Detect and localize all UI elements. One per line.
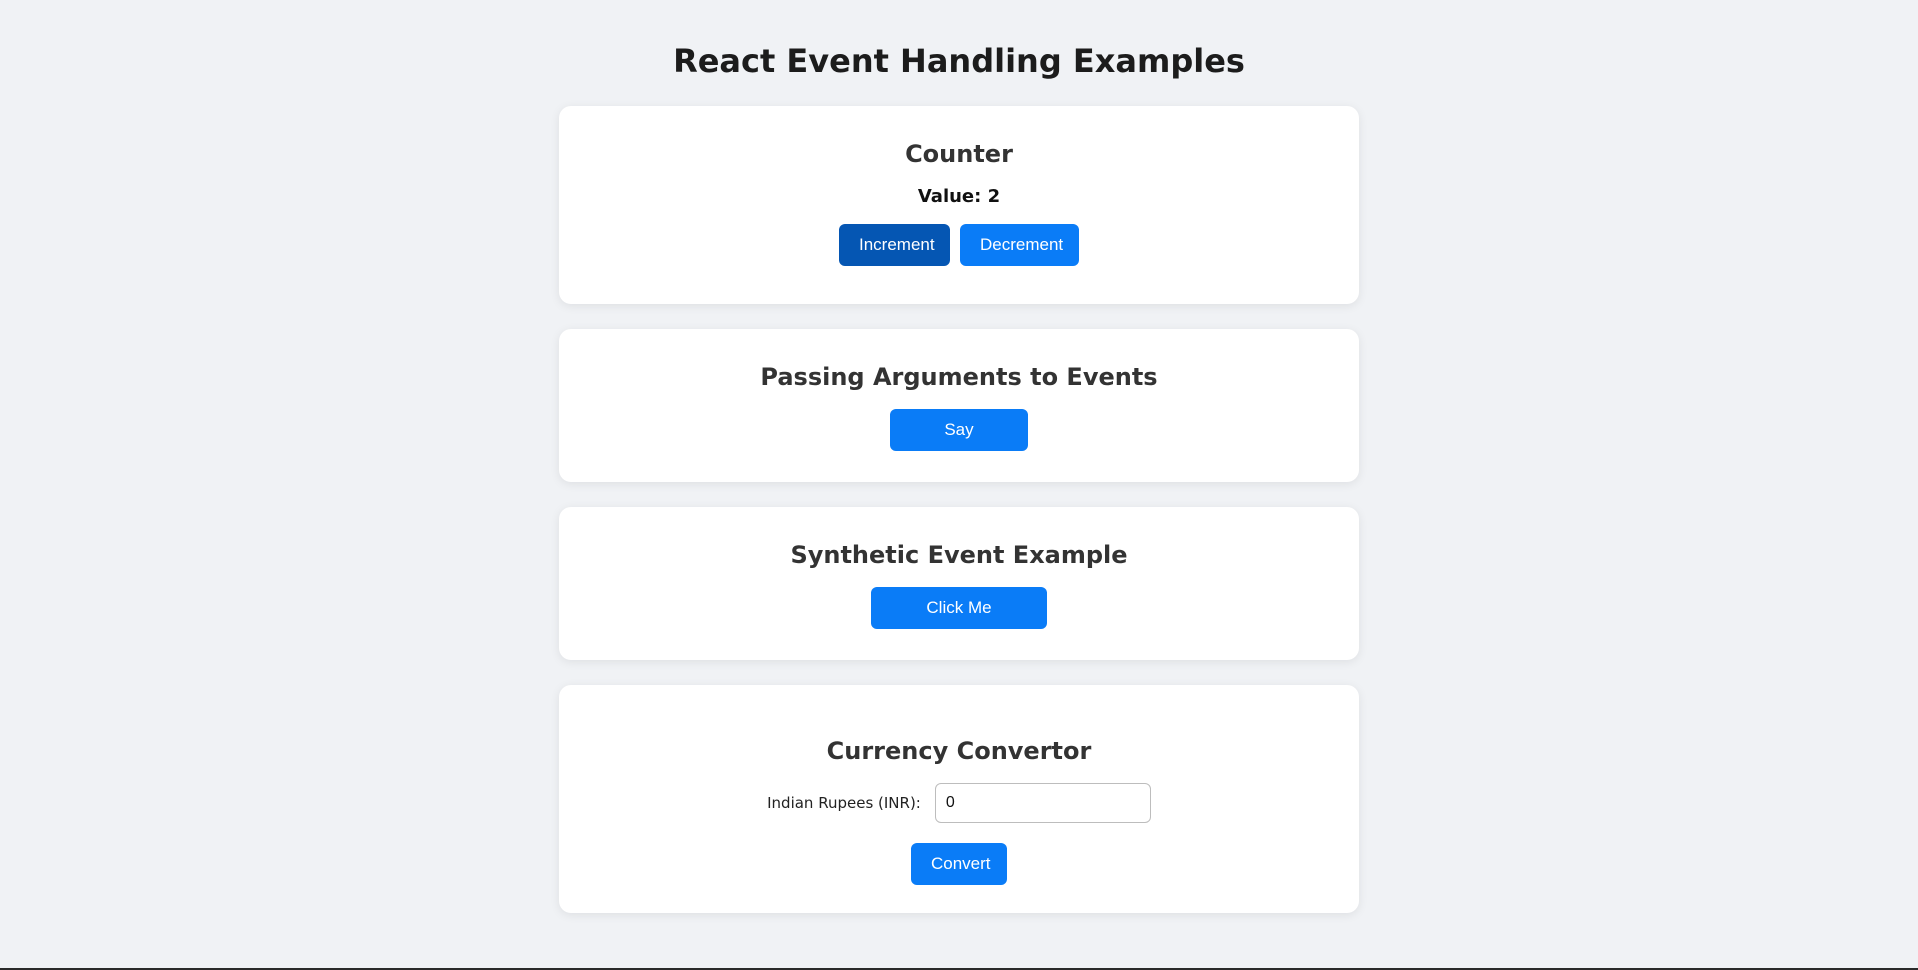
- decrement-button[interactable]: Decrement: [960, 224, 1079, 266]
- increment-button[interactable]: Increment: [839, 224, 950, 266]
- inr-row: Indian Rupees (INR):: [559, 783, 1359, 823]
- passing-arguments-card: Passing Arguments to Events Say Welcome: [559, 329, 1359, 482]
- say-welcome-button[interactable]: Say Welcome: [890, 409, 1028, 481]
- passing-arguments-title: Passing Arguments to Events: [760, 363, 1158, 391]
- page-title: React Event Handling Examples: [673, 42, 1245, 80]
- currency-convertor-title: Currency Convertor: [826, 737, 1092, 765]
- counter-value: Value: 2: [917, 186, 1001, 207]
- convert-button[interactable]: Convert: [911, 843, 1007, 885]
- counter-title: Counter: [905, 140, 1013, 168]
- currency-convertor-card: Currency Convertor Indian Rupees (INR): …: [559, 685, 1359, 913]
- synthetic-event-card: Synthetic Event Example Click Me (onPres…: [559, 507, 1359, 660]
- inr-input[interactable]: [934, 783, 1151, 823]
- inr-label: Indian Rupees (INR):: [767, 794, 921, 812]
- counter-button-row: Increment Decrement: [559, 224, 1359, 266]
- synthetic-event-title: Synthetic Event Example: [790, 541, 1128, 569]
- counter-card: Counter Value: 2 Increment Decrement: [559, 106, 1359, 304]
- app-root: React Event Handling Examples Counter Va…: [559, 0, 1359, 913]
- click-me-button[interactable]: Click Me (onPress): [871, 587, 1047, 659]
